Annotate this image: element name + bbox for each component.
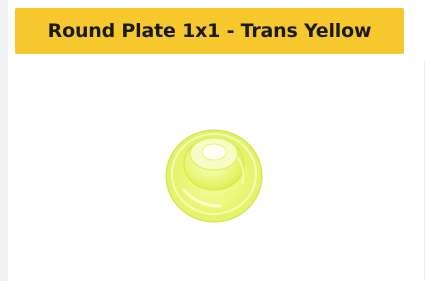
left-margin-strip xyxy=(0,0,8,281)
product-page: Round Plate 1x1 - Trans Yellow xyxy=(0,0,425,281)
lego-round-plate-1x1-image xyxy=(165,129,263,224)
product-title-banner: Round Plate 1x1 - Trans Yellow xyxy=(15,8,404,54)
part-stud-hole xyxy=(201,143,227,161)
product-image-area xyxy=(8,60,425,281)
product-title: Round Plate 1x1 - Trans Yellow xyxy=(47,20,372,42)
